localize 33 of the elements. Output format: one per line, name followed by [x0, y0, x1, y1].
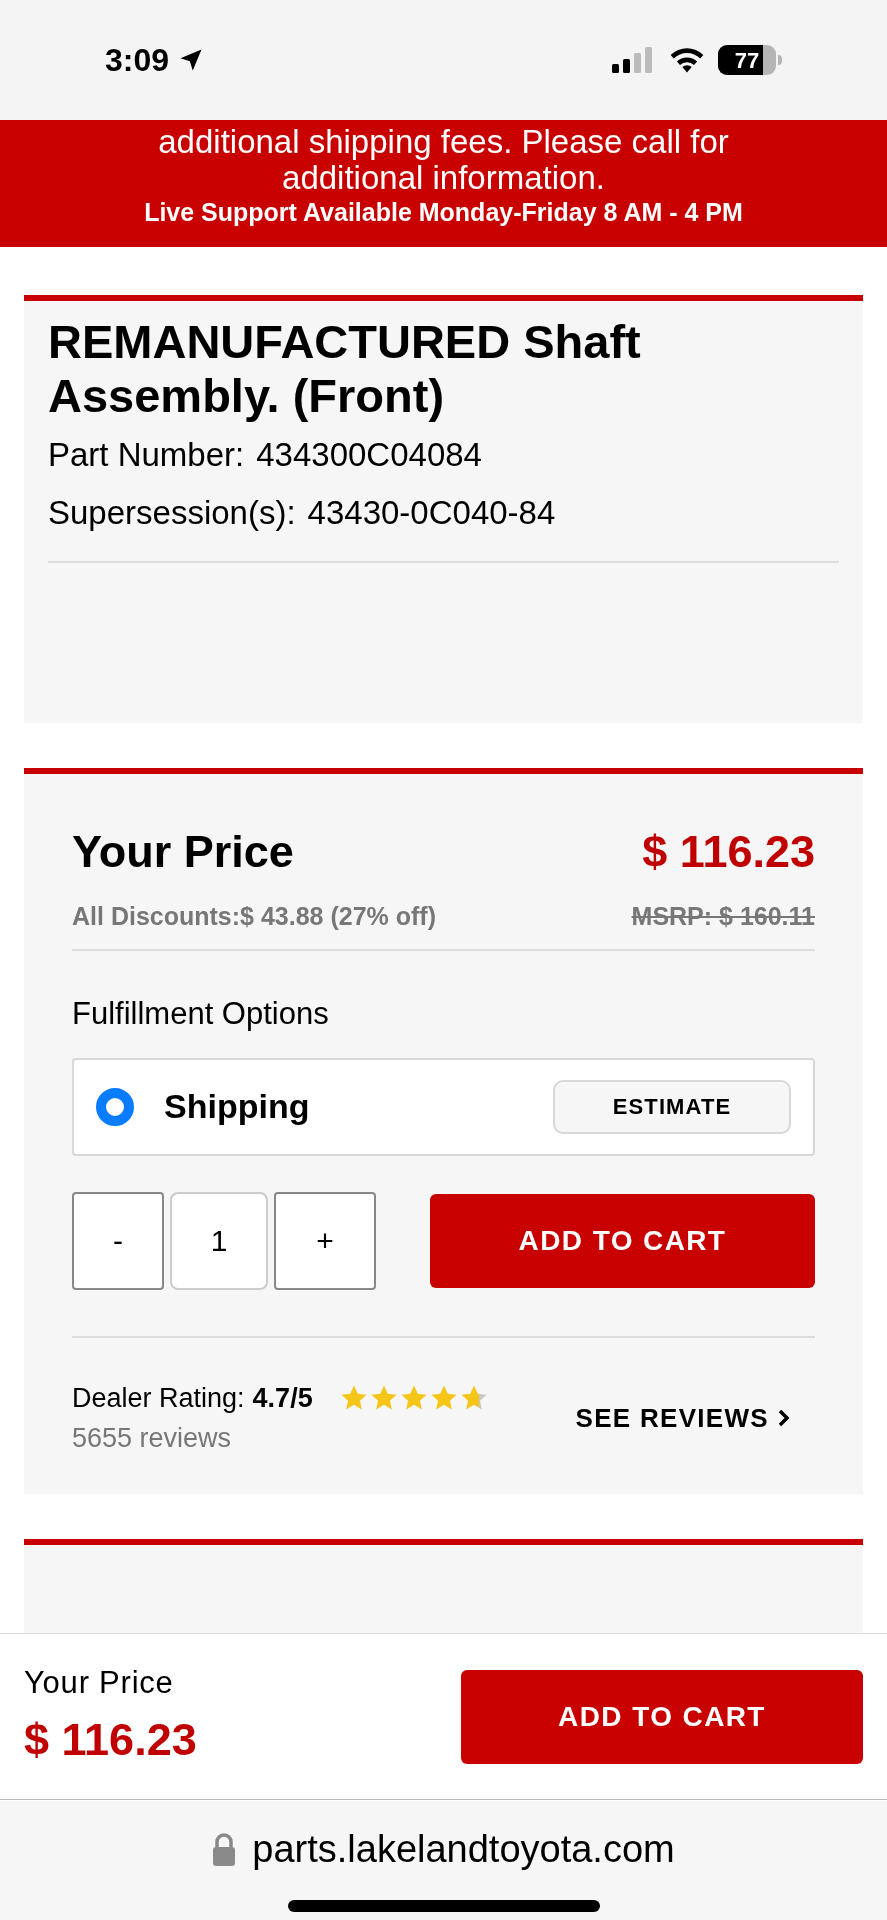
sticky-price-label: Your Price: [24, 1663, 175, 1702]
fulfillment-option[interactable]: Shipping ESTIMATE: [72, 1057, 815, 1156]
decrease-button[interactable]: -: [72, 1191, 164, 1290]
see-reviews-link[interactable]: SEE REVIEWS: [575, 1398, 791, 1438]
option-label: Shipping: [164, 1086, 310, 1127]
quantity-field[interactable]: 1: [170, 1191, 268, 1290]
product-title: REMANUFACTURED Shaft Assembly. (Front): [48, 315, 642, 423]
review-count: 5655 reviews: [72, 1422, 233, 1455]
lock-icon: [212, 1832, 237, 1867]
part-number-label: Part Number:: [48, 435, 245, 475]
add-to-cart-button[interactable]: ADD TO CART: [430, 1193, 815, 1288]
supersession-value: 43430-0C040-84: [307, 493, 556, 533]
part-number-value: 434300C04084: [256, 435, 482, 475]
add-to-cart-button[interactable]: ADD TO CART: [461, 1669, 863, 1764]
notice-text: additional information.: [282, 160, 605, 196]
radio-button[interactable]: [96, 1087, 134, 1126]
your-price-label: Your Price: [72, 825, 294, 879]
supersession-label: Supersession(s):: [48, 493, 296, 533]
battery-indicator: 77: [718, 45, 782, 75]
fulfillment-heading: Fulfillment Options: [72, 995, 330, 1033]
rating-score: 4.7/5: [252, 1381, 313, 1415]
sticky-price-text: $ 116.23: [24, 1713, 197, 1767]
chevron-right-icon: [777, 1408, 791, 1428]
estimate-button[interactable]: ESTIMATE: [553, 1079, 791, 1134]
notice-text: additional shipping fees. Please call for: [158, 124, 729, 160]
wifi-icon: [668, 46, 706, 74]
support-hours-text: Live Support Available Monday-Friday 8 AM - 4 PM: [144, 200, 743, 225]
clock-time: 3:09: [105, 41, 170, 80]
price-text: $ 116.23: [642, 825, 815, 879]
dealer-rating-label: Dealer Rating:: [72, 1381, 245, 1415]
msrp-text: MSRP: $ 160.11: [631, 900, 815, 932]
discount-text: All Discounts:$ 43.88 (27% off): [72, 900, 436, 932]
increase-button[interactable]: +: [274, 1191, 376, 1290]
